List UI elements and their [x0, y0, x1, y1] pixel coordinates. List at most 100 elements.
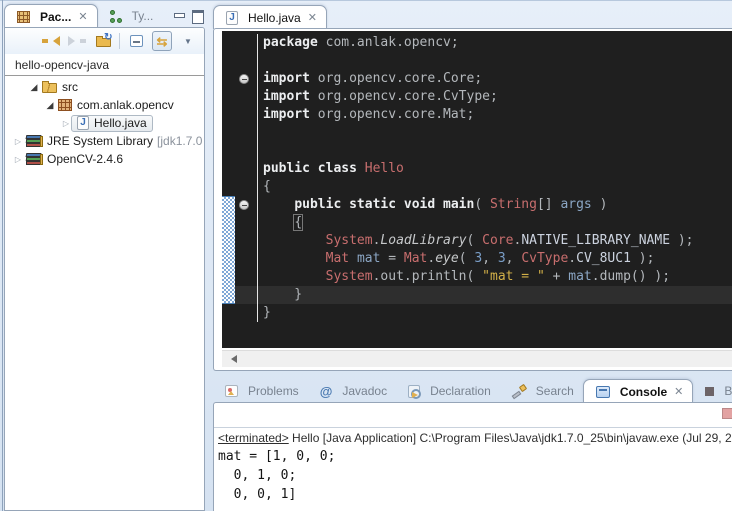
code-token: [] — [537, 197, 560, 212]
link-with-editor-button[interactable]: ⇆ — [152, 31, 172, 51]
folding-column — [236, 106, 258, 124]
console-document[interactable]: <terminated> Hello [Java Application] C:… — [214, 427, 732, 511]
code-token: = — [380, 251, 403, 266]
tab-label: Bug Explorer — [724, 384, 732, 398]
folding-column — [236, 232, 258, 250]
code-line[interactable]: { — [222, 178, 732, 196]
bottom-tab-search[interactable]: Search — [500, 379, 583, 403]
collapse-all-icon — [130, 35, 143, 47]
tree-item-label: src — [62, 80, 78, 94]
code-token: org.opencv.core.CvType; — [310, 89, 498, 104]
code-line[interactable]: { — [222, 214, 732, 232]
code-text — [258, 142, 263, 160]
code-text — [258, 52, 263, 70]
tree-item-opencv-2-4-6[interactable]: ▷OpenCV-2.4.6 — [5, 150, 204, 168]
maximize-icon[interactable] — [192, 10, 203, 20]
code-token: mat — [568, 269, 591, 284]
package-explorer-tabstrip: Pac... ✕ Ty... — [4, 2, 205, 28]
code-token: Core — [482, 233, 513, 248]
tree-item-jre-system-library[interactable]: ▷JRE System Library[jdk1.7.0 — [5, 132, 204, 150]
code-token: NATIVE_LIBRARY_NAME — [521, 233, 670, 248]
code-line[interactable]: public class Hello — [222, 160, 732, 178]
close-icon[interactable]: ✕ — [308, 11, 317, 24]
library-icon — [26, 135, 42, 148]
code-line[interactable]: import org.opencv.core.Mat; — [222, 106, 732, 124]
code-line[interactable]: } — [222, 304, 732, 322]
editor-horizontal-scrollbar[interactable] — [222, 350, 732, 367]
folding-column — [236, 70, 258, 88]
tab-label: Pac... — [40, 10, 71, 24]
console-title: <terminated> Hello [Java Application] C:… — [214, 428, 732, 447]
view-menu-icon: ▼ — [184, 37, 192, 46]
annotation-ruler — [222, 88, 236, 106]
collapse-all-button[interactable] — [126, 31, 146, 51]
annotation-ruler — [222, 160, 236, 178]
code-line[interactable]: package com.anlak.opencv; — [222, 34, 732, 52]
folding-column — [236, 196, 258, 214]
tree-item-suffix: [jdk1.7.0 — [157, 134, 202, 148]
console-output-line: 0, 1, 0; — [218, 466, 732, 485]
code-token: "mat = " — [482, 269, 545, 284]
code-line[interactable] — [222, 142, 732, 160]
close-icon[interactable]: ✕ — [674, 385, 683, 398]
tab-label: Ty... — [132, 9, 154, 23]
collapse-arrow-icon[interactable]: ◢ — [29, 82, 39, 93]
back-button[interactable] — [41, 31, 61, 51]
code-line[interactable]: } — [222, 286, 732, 304]
folding-column — [236, 250, 258, 268]
code-line[interactable] — [222, 52, 732, 70]
header-separator — [5, 75, 204, 76]
expand-arrow-icon[interactable]: ▷ — [13, 137, 23, 146]
code-token: ( — [459, 251, 475, 266]
bug-square-icon — [705, 387, 714, 396]
editor-box: package com.anlak.opencv; import org.open… — [213, 28, 732, 371]
code-line[interactable]: System.out.println( "mat = " + mat.dump(… — [222, 268, 732, 286]
terminate-icon[interactable] — [722, 408, 732, 419]
expand-arrow-icon[interactable]: ▷ — [61, 119, 71, 128]
code-token: LoadLibrary — [380, 233, 466, 248]
tree-item-hello-java[interactable]: ▷JHello.java — [5, 114, 204, 132]
fold-collapse-icon[interactable] — [239, 74, 249, 84]
minimize-icon[interactable] — [173, 10, 184, 20]
code-editor[interactable]: package com.anlak.opencv; import org.open… — [222, 31, 732, 348]
code-line[interactable]: import org.opencv.core.Core; — [222, 70, 732, 88]
up-button[interactable]: ↻ — [93, 31, 113, 51]
code-line[interactable]: System.LoadLibrary( Core.NATIVE_LIBRARY_… — [222, 232, 732, 250]
collapse-arrow-icon[interactable]: ◢ — [45, 100, 55, 111]
library-icon — [26, 153, 42, 166]
explorer-tab-ty[interactable]: Ty... — [98, 4, 163, 28]
code-text: public static void main( String[] args ) — [258, 196, 607, 214]
type-hierarchy-icon — [110, 10, 122, 23]
code-line[interactable]: Mat mat = Mat.eye( 3, 3, CvType.CV_8UC1 … — [222, 250, 732, 268]
declaration-icon — [408, 385, 420, 398]
code-token: .dump() ); — [592, 269, 670, 284]
code-line[interactable]: public static void main( String[] args ) — [222, 196, 732, 214]
code-line[interactable]: import org.opencv.core.CvType; — [222, 88, 732, 106]
window-top-border — [0, 0, 732, 1]
tree-item-src[interactable]: ◢ src — [5, 78, 204, 96]
java-file-icon: J — [226, 11, 238, 25]
expand-arrow-icon[interactable]: ▷ — [13, 155, 23, 164]
code-token: , — [506, 251, 522, 266]
editor-tab-hello-java[interactable]: J Hello.java ✕ — [213, 5, 327, 29]
bottom-tab-bug-explorer[interactable]: Bug Explorer — [693, 379, 732, 403]
bottom-tab-declaration[interactable]: Declaration — [396, 379, 500, 403]
explorer-tab-pac[interactable]: Pac... ✕ — [4, 4, 98, 28]
link-with-editor-icon: ⇆ — [157, 35, 168, 48]
bottom-tab-console[interactable]: Console✕ — [583, 379, 694, 403]
console-view-panel: Problems@JavadocDeclarationSearchConsole… — [213, 377, 732, 511]
code-text: import org.opencv.core.Mat; — [258, 106, 474, 124]
fold-collapse-icon[interactable] — [239, 200, 249, 210]
bottom-tab-javadoc[interactable]: @Javadoc — [308, 379, 396, 403]
annotation-ruler — [222, 124, 236, 142]
tree-item-label: com.anlak.opencv — [77, 98, 174, 112]
view-menu-button[interactable]: ▼ — [178, 31, 198, 51]
close-icon[interactable]: ✕ — [78, 10, 87, 23]
forward-button[interactable] — [67, 31, 87, 51]
code-line[interactable] — [222, 124, 732, 142]
code-token — [263, 269, 326, 284]
scroll-left-icon — [227, 355, 237, 363]
tree-item-com-anlak-opencv[interactable]: ◢ com.anlak.opencv — [5, 96, 204, 114]
bottom-tab-problems[interactable]: Problems — [213, 379, 308, 403]
editor-pane: J Hello.java ✕ package com.anlak.opencv;… — [213, 3, 732, 371]
